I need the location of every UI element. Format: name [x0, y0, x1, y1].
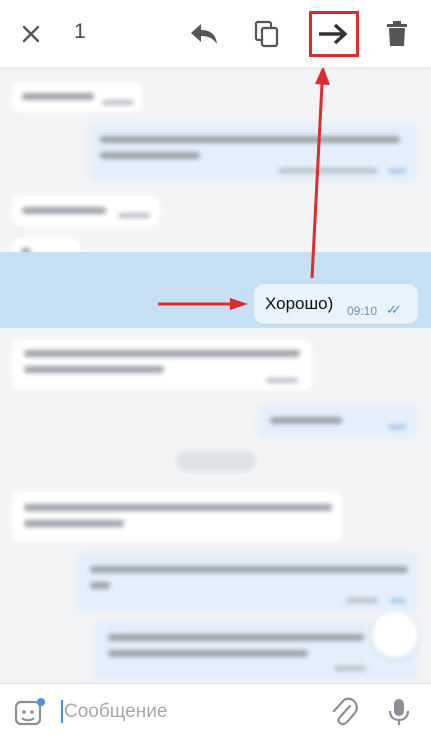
message-composer [0, 683, 431, 740]
date-divider [176, 450, 256, 472]
copy-icon [254, 20, 279, 48]
chat-area[interactable] [0, 68, 431, 683]
copy-button[interactable] [247, 14, 287, 54]
message-time: 09:10 [347, 304, 378, 318]
reply-icon [191, 24, 217, 44]
voice-button[interactable] [381, 694, 417, 730]
close-icon [22, 25, 40, 43]
read-status-icon: ✓✓ [386, 302, 402, 317]
attach-icon [332, 697, 358, 726]
message-input[interactable] [60, 694, 316, 730]
forward-highlight-box [309, 11, 359, 57]
message-bubble[interactable] [12, 340, 312, 390]
scroll-down-button[interactable] [372, 612, 418, 658]
selected-count: 1 [74, 20, 86, 43]
attach-button[interactable] [326, 694, 362, 730]
message-bubble[interactable] [12, 82, 142, 112]
annotation-arrow-right [158, 298, 248, 310]
mic-icon [388, 699, 410, 725]
selection-toolbar: 1 [0, 0, 431, 68]
annotation-arrow-up [310, 66, 330, 279]
sticker-icon [14, 698, 45, 726]
message-bubble[interactable] [76, 552, 418, 612]
message-bubble[interactable] [12, 196, 160, 226]
message-bubble[interactable] [258, 404, 418, 438]
message-bubble[interactable] [12, 492, 342, 542]
delete-icon [387, 21, 407, 46]
message-text: Хорошо) [265, 294, 334, 313]
message-bubble[interactable] [94, 620, 418, 680]
reply-button[interactable] [184, 14, 224, 54]
sticker-button[interactable] [12, 694, 48, 730]
delete-button[interactable] [377, 14, 417, 54]
message-bubble[interactable] [88, 122, 418, 182]
close-button[interactable] [11, 14, 51, 54]
